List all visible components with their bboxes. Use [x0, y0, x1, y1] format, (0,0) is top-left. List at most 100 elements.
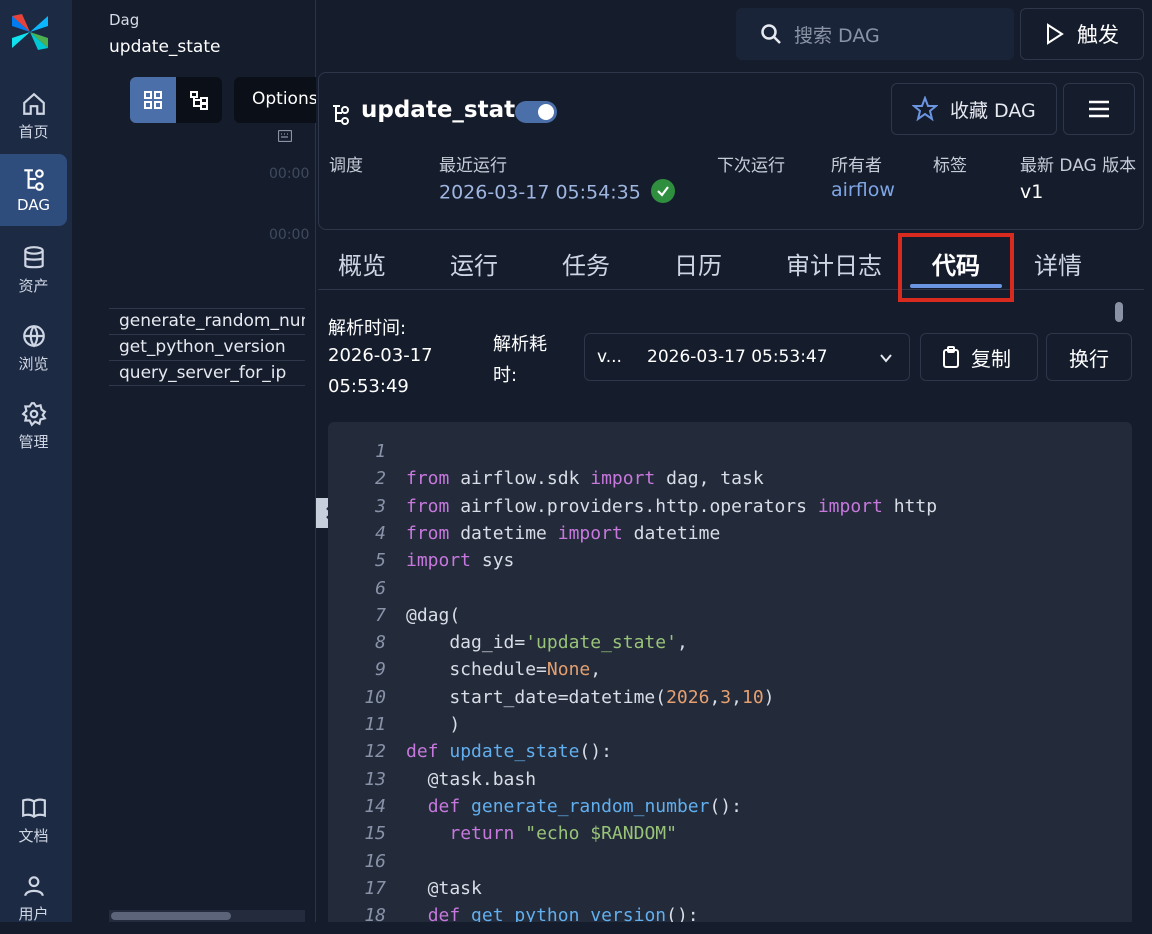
grid-view-button[interactable] [130, 77, 176, 123]
time-tick: 00:00 [269, 166, 310, 182]
task-item[interactable]: generate_random_number [109, 308, 305, 334]
nav-item-docs[interactable]: 文档 [0, 784, 67, 856]
nav-label-browse: 浏览 [18, 354, 49, 373]
code-text: return "echo $RANDOM" [449, 823, 677, 845]
tab-tasks[interactable]: 任务 [562, 246, 610, 281]
owner-label: 所有者 [831, 156, 882, 176]
nav-item-admin[interactable]: 管理 [0, 390, 67, 462]
tab-details[interactable]: 详情 [1034, 246, 1082, 281]
nav-item-dag[interactable]: DAG [0, 154, 67, 226]
code-text: from airflow.sdk import dag, task [406, 468, 764, 490]
line-number: 11 [364, 714, 386, 735]
tab-runs[interactable]: 运行 [450, 246, 498, 281]
parse-duration-label: 解析耗 [493, 334, 547, 355]
chevron-down-icon [880, 354, 892, 363]
copy-button[interactable]: 复制 [920, 333, 1038, 381]
version-short: v... [597, 347, 622, 367]
latest-run-label: 最近运行 [439, 156, 507, 176]
code-line: 10 start_date=datetime(2026,3,10) [328, 687, 1132, 714]
nav-item-browse[interactable]: 浏览 [0, 312, 67, 384]
dag-header-card: update_state 收藏 DAG 调度 最近运行 下次运行 所有者 标签 … [318, 72, 1144, 230]
dag-version-label: 最新 DAG 版本 [1020, 156, 1137, 176]
favorite-button[interactable]: 收藏 DAG [891, 83, 1057, 135]
tab-audit-log[interactable]: 审计日志 [786, 246, 882, 281]
scroll-thumb[interactable] [111, 912, 231, 920]
code-line: 3 from airflow.providers.http.operators i… [328, 496, 1132, 523]
user-icon [23, 875, 44, 896]
airflow-logo[interactable] [8, 10, 52, 54]
book-icon [21, 798, 46, 818]
code-line: 15 return "echo $RANDOM" [328, 823, 1132, 850]
schedule-label: 调度 [329, 156, 363, 176]
code-text: start_date=datetime(2026,3,10) [406, 686, 775, 708]
nav-label-dag: DAG [17, 196, 50, 214]
database-icon [23, 245, 44, 268]
code-text: from airflow.providers.http.operators im… [406, 495, 938, 517]
search-placeholder: 搜索 DAG [794, 24, 880, 47]
parse-duration-label-cont: 时: [493, 365, 518, 386]
nav-item-home[interactable]: 首页 [0, 80, 67, 152]
globe-icon [22, 324, 45, 347]
search-dag-input[interactable]: 搜索 DAG [736, 8, 1014, 60]
task-item[interactable]: get_python_version [109, 334, 305, 360]
main-nav: 首页 DAG 资产 浏览 管理 文档 用户 [0, 0, 72, 923]
nav-label-docs: 文档 [18, 826, 49, 845]
code-line: 12 def update_state(): [328, 741, 1132, 768]
line-number: 2 [375, 468, 386, 490]
horizontal-scrollbar[interactable] [109, 910, 305, 922]
line-number: 5 [375, 550, 386, 572]
graph-view-button[interactable] [176, 77, 222, 123]
line-number: 9 [375, 659, 386, 681]
vertical-scrollbar[interactable] [1115, 302, 1123, 322]
play-icon [1047, 23, 1064, 45]
nav-item-user[interactable]: 用户 [0, 862, 67, 934]
nav-label-assets: 资产 [18, 276, 49, 295]
version-select[interactable]: v... 2026-03-17 05:53:47 [584, 333, 910, 381]
home-icon [22, 92, 45, 115]
trigger-label: 触发 [1077, 23, 1119, 47]
latest-run-value[interactable]: 2026-03-17 05:54:35 [439, 179, 675, 205]
owner-link[interactable]: airflow [831, 179, 895, 201]
favorite-label: 收藏 DAG [950, 99, 1036, 122]
dag-icon [23, 169, 44, 191]
dag-version-value: v1 [1020, 181, 1044, 203]
dag-title: update_state [361, 97, 531, 123]
code-line: 13 @task.bash [328, 769, 1132, 796]
graph-icon [190, 91, 208, 110]
line-number: 10 [364, 686, 386, 708]
version-timestamp: 2026-03-17 05:53:47 [647, 347, 828, 367]
tags-label: 标签 [933, 156, 967, 176]
task-item[interactable]: query_server_for_ip [109, 360, 305, 386]
code-viewer[interactable]: 1 2 from airflow.sdk import dag, task 3 from… [328, 422, 1132, 922]
dag-icon [333, 105, 349, 125]
wrap-button[interactable]: 换行 [1046, 333, 1132, 381]
code-text: def generate_random_number(): [427, 795, 742, 817]
breadcrumb-section[interactable]: Dag [109, 11, 139, 29]
code-line: 11 ) [328, 714, 1132, 741]
line-number: 15 [364, 823, 386, 845]
view-toggle [130, 77, 222, 123]
search-icon [761, 24, 781, 44]
pause-toggle[interactable] [515, 101, 557, 123]
keyboard-icon[interactable] [278, 130, 292, 142]
line-number: 3 [375, 495, 386, 517]
options-button[interactable]: Options [234, 77, 316, 123]
grid-icon [144, 91, 162, 109]
nav-label-user: 用户 [18, 904, 49, 923]
nav-item-assets[interactable]: 资产 [0, 234, 67, 306]
next-run-label: 下次运行 [717, 156, 785, 176]
dag-tabs: 概览 运行 任务 日历 审计日志 代码 详情 [318, 232, 1144, 302]
gear-icon [20, 401, 47, 427]
tab-calendar[interactable]: 日历 [674, 246, 722, 281]
line-number: 18 [364, 905, 386, 922]
code-line: 5 import sys [328, 550, 1132, 577]
line-number: 4 [375, 522, 386, 544]
code-line: 16 [328, 851, 1132, 878]
menu-button[interactable] [1063, 83, 1135, 135]
tab-overview[interactable]: 概览 [338, 246, 386, 281]
latest-run-timestamp[interactable]: 2026-03-17 05:54:35 [439, 182, 641, 204]
code-text: from datetime import datetime [406, 522, 721, 544]
code-text: ) [406, 714, 461, 735]
trigger-button[interactable]: 触发 [1020, 8, 1144, 60]
hamburger-icon [1089, 100, 1109, 118]
